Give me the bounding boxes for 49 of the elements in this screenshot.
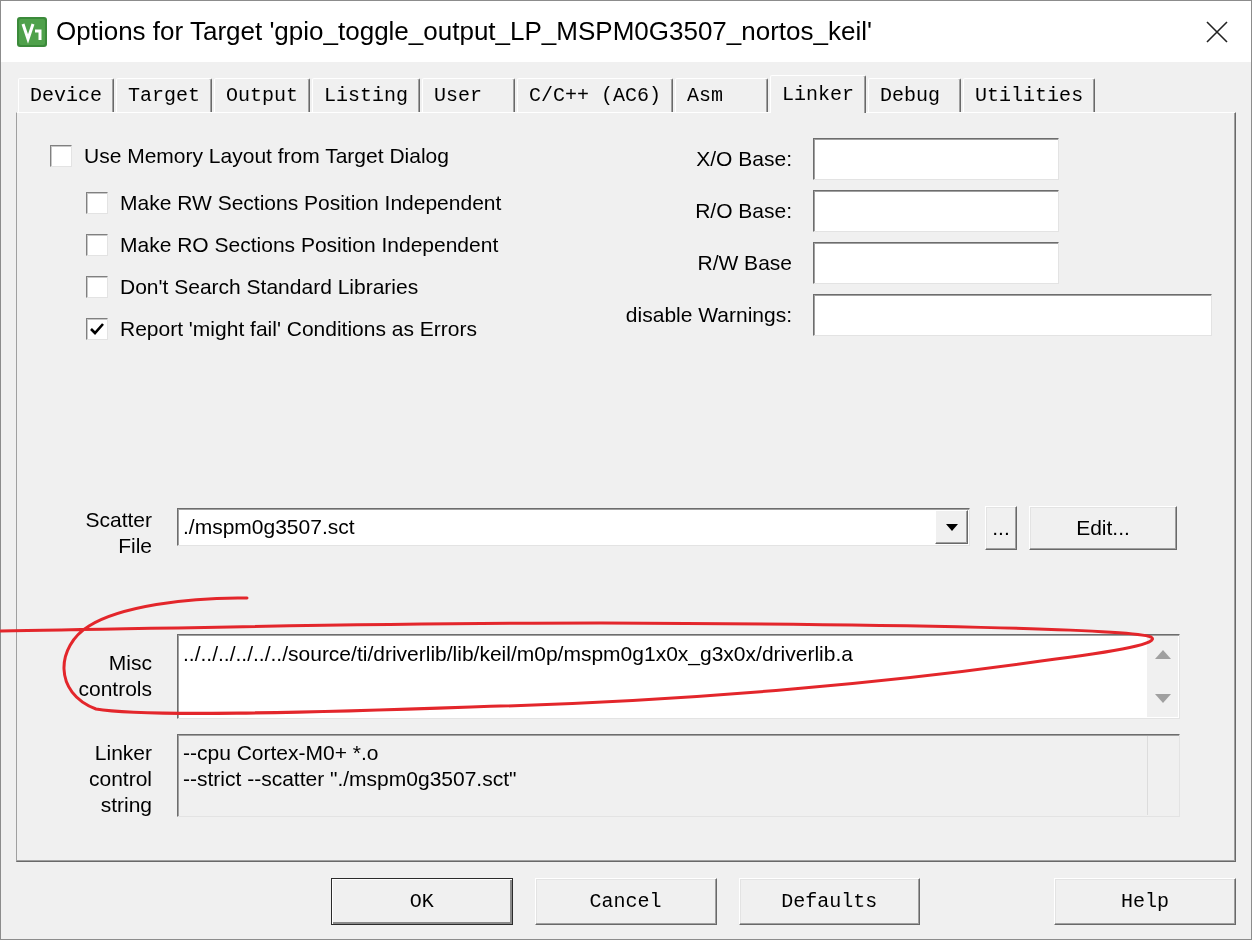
tab[interactable]: Target: [116, 78, 213, 112]
caret-down-icon: [945, 523, 958, 531]
checkbox-label: Use Memory Layout from Target Dialog: [84, 144, 449, 168]
field-label: R/W Base: [697, 251, 792, 275]
field-label: Misc controls: [77, 650, 152, 702]
checkbox-label: Report 'might fail' Conditions as Errors: [120, 317, 477, 341]
linker-control-string-field: --cpu Cortex-M0+ *.o --strict --scatter "./mspm0g3507.sct": [177, 734, 1180, 817]
tab[interactable]: Linker: [770, 75, 867, 113]
tab[interactable]: C/C++ (AC6): [517, 78, 674, 112]
dialog-button[interactable]: Help: [1054, 878, 1236, 925]
tab[interactable]: User: [422, 78, 516, 112]
dialog-button[interactable]: Cancel: [534, 878, 717, 925]
tab[interactable]: Listing: [312, 78, 421, 112]
tab[interactable]: Device: [18, 78, 114, 112]
checkbox[interactable]: [86, 234, 108, 256]
dialog-button[interactable]: Defaults: [738, 878, 921, 925]
field-label: Linker control string: [87, 740, 152, 818]
checkbox[interactable]: [86, 318, 108, 340]
tab[interactable]: Utilities: [963, 78, 1096, 112]
input-field[interactable]: [813, 242, 1059, 284]
misc-controls-field[interactable]: ../../../../../../source/ti/driverlib/lib/keil/m0p/mspm0g1x0x_g3x0x/driverlib.a: [177, 634, 1180, 719]
scroll-up-arrow-icon: [1155, 650, 1171, 659]
field-label: X/O Base:: [696, 147, 792, 171]
input-field[interactable]: [813, 294, 1212, 336]
browse-button[interactable]: ...: [985, 506, 1017, 550]
app-logo-icon: [17, 16, 47, 47]
checkbox-label: Make RO Sections Position Independent: [120, 233, 499, 257]
scroll-down-arrow-icon: [1155, 694, 1171, 703]
dialog-button[interactable]: OK: [331, 878, 513, 925]
tab[interactable]: Asm: [675, 78, 769, 112]
checkbox-label: Don't Search Standard Libraries: [120, 275, 419, 299]
checkbox[interactable]: [86, 192, 108, 214]
close-icon: [1206, 20, 1228, 43]
edit-button[interactable]: Edit...: [1029, 506, 1177, 550]
field-label: Scatter File: [84, 507, 152, 559]
input-field[interactable]: [813, 190, 1059, 232]
tab[interactable]: Debug: [868, 78, 962, 112]
checkbox[interactable]: [50, 145, 72, 167]
field-label: R/O Base:: [695, 199, 792, 223]
scatter-file-combobox[interactable]: ./mspm0g3507.sct: [177, 508, 970, 546]
dropdown-button[interactable]: [935, 510, 968, 544]
checkmark-icon: [90, 323, 104, 335]
tab[interactable]: Output: [214, 78, 311, 112]
field-label: disable Warnings:: [625, 303, 792, 327]
checkbox-label: Make RW Sections Position Independent: [120, 191, 502, 215]
window-title: Options for Target 'gpio_toggle_output_LP_MSPM0G3507_nortos_keil': [56, 16, 872, 47]
scrollbar[interactable]: [1147, 636, 1178, 717]
checkbox[interactable]: [86, 276, 108, 298]
input-field[interactable]: [813, 138, 1059, 180]
